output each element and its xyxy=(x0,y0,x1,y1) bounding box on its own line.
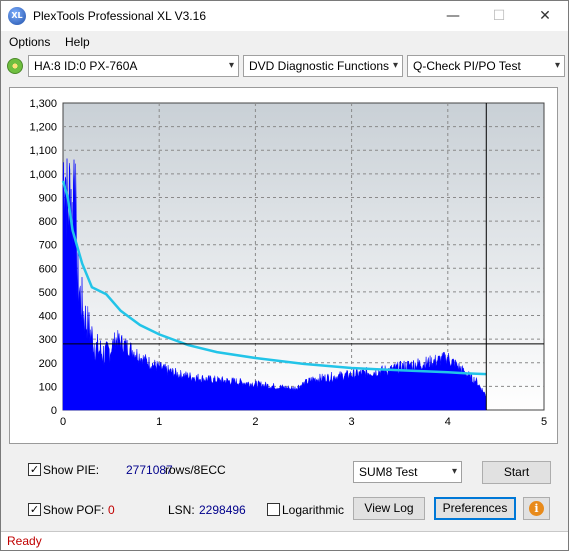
preferences-button[interactable]: Preferences xyxy=(434,497,516,520)
minimize-button[interactable]: — xyxy=(430,1,476,31)
y-tick-label: 300 xyxy=(39,334,57,346)
y-tick-label: 700 xyxy=(39,240,57,252)
drive-status-icon xyxy=(7,58,23,74)
pi-po-chart: 0 100 200 300 400 500 600 700 800 900 1,000 1,100 1,… xyxy=(29,98,547,428)
show-pie-label: Show PIE: xyxy=(43,463,100,477)
info-icon: i xyxy=(529,501,544,516)
show-pof-label: Show POF: xyxy=(43,503,105,517)
y-tick-label: 100 xyxy=(39,381,57,393)
sum8-test-select-value: SUM8 Test xyxy=(359,465,418,479)
maximize-button[interactable]: ☐ xyxy=(476,1,522,31)
drive-select[interactable]: HA:8 ID:0 PX-760A ▾ xyxy=(28,55,239,77)
y-tick-label: 0 xyxy=(51,405,57,417)
show-pie-checkbox[interactable]: ✓ xyxy=(28,463,41,476)
y-tick-label: 600 xyxy=(39,263,57,275)
plextools-logo-icon: XL xyxy=(8,7,26,25)
rows-label: rows/8ECC xyxy=(165,463,226,477)
close-button[interactable]: ✕ xyxy=(522,1,568,31)
menu-bar: Options Help xyxy=(1,31,568,53)
sum8-test-select[interactable]: SUM8 Test ▾ xyxy=(353,461,462,483)
chevron-down-icon: ▾ xyxy=(392,60,398,71)
x-tick-label: 4 xyxy=(445,416,451,428)
show-pof-checkbox[interactable]: ✓ xyxy=(28,503,41,516)
view-log-button[interactable]: View Log xyxy=(353,497,425,520)
y-tick-label: 1,000 xyxy=(29,169,57,181)
logarithmic-checkbox[interactable] xyxy=(267,503,280,516)
chart-panel: 0 100 200 300 400 500 600 700 800 900 1,000 1,100 1,… xyxy=(9,87,558,444)
x-tick-label: 5 xyxy=(541,416,547,428)
controls-panel: ✓ Show PIE: 2771087 rows/8ECC ✓ Show POF… xyxy=(9,451,558,529)
x-tick-label: 2 xyxy=(252,416,258,428)
toolbar: HA:8 ID:0 PX-760A ▾ DVD Diagnostic Funct… xyxy=(1,53,568,81)
info-button[interactable]: i xyxy=(523,497,550,520)
menu-options[interactable]: Options xyxy=(9,35,50,49)
lsn-value: 2298496 xyxy=(199,503,246,517)
chevron-down-icon: ▾ xyxy=(554,60,560,71)
x-tick-label: 3 xyxy=(349,416,355,428)
chevron-down-icon: ▾ xyxy=(451,466,457,477)
status-text: Ready xyxy=(7,534,42,548)
start-button[interactable]: Start xyxy=(482,461,551,484)
chevron-down-icon: ▾ xyxy=(228,60,234,71)
window-title: PlexTools Professional XL V3.16 xyxy=(33,9,206,23)
test-select-value: Q-Check PI/PO Test xyxy=(413,59,521,73)
y-tick-label: 1,200 xyxy=(29,122,57,134)
menu-help[interactable]: Help xyxy=(65,35,90,49)
test-select[interactable]: Q-Check PI/PO Test ▾ xyxy=(407,55,565,77)
function-select[interactable]: DVD Diagnostic Functions ▾ xyxy=(243,55,403,77)
y-tick-label: 500 xyxy=(39,287,57,299)
y-tick-label: 400 xyxy=(39,311,57,323)
logarithmic-label: Logarithmic xyxy=(282,503,345,517)
title-bar: XL PlexTools Professional XL V3.16 — ☐ ✕ xyxy=(1,1,568,31)
lsn-label: LSN: xyxy=(168,503,195,517)
y-tick-label: 800 xyxy=(39,216,57,228)
y-tick-label: 1,300 xyxy=(29,98,57,110)
function-select-value: DVD Diagnostic Functions xyxy=(249,59,390,73)
drive-select-value: HA:8 ID:0 PX-760A xyxy=(34,59,138,73)
x-tick-label: 1 xyxy=(156,416,162,428)
y-tick-label: 1,100 xyxy=(29,145,57,157)
y-tick-label: 200 xyxy=(39,358,57,370)
main-window: XL PlexTools Professional XL V3.16 — ☐ ✕… xyxy=(0,0,569,551)
y-tick-label: 900 xyxy=(39,192,57,204)
status-bar: Ready xyxy=(1,531,568,550)
show-pof-value: 0 xyxy=(108,503,115,517)
x-tick-label: 0 xyxy=(60,416,66,428)
